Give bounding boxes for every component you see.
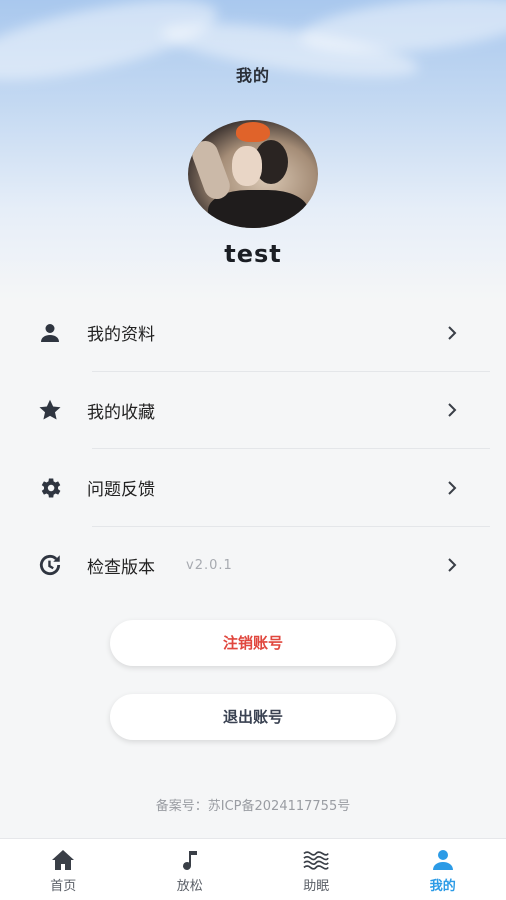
tab-sleep[interactable]: 助眠 [253,839,380,900]
menu-item-profile[interactable]: 我的资料 [0,294,506,372]
tab-label: 助眠 [303,879,330,894]
menu-item-label: 我的收藏 [87,402,155,423]
waves-icon [303,848,330,872]
chevron-right-icon [442,555,462,575]
version-text: v2.0.1 [186,557,233,573]
tab-label: 放松 [176,879,203,894]
history-icon [36,551,64,579]
bottom-tab-bar: 首页 放松 助眠 我的 [0,838,506,900]
tab-relax[interactable]: 放松 [127,839,254,900]
tab-label: 首页 [50,879,77,894]
icp-filing-text: 备案号：苏ICP备2024117755号 [155,799,351,814]
cancel-account-button[interactable]: 注销账号 [110,620,396,666]
menu-item-favorites[interactable]: 我的收藏 [0,372,506,449]
menu-item-label: 我的资料 [87,325,155,346]
home-icon [50,848,76,872]
star-icon [36,396,64,424]
settings-menu: 我的资料 我的收藏 问题反馈 检查版本 v2.0.1 [0,294,506,604]
menu-item-check-version[interactable]: 检查版本 v2.0.1 [0,527,506,605]
person-icon [430,848,456,872]
chevron-right-icon [442,323,462,343]
gear-icon [36,474,64,502]
chevron-right-icon [442,478,462,498]
tab-home[interactable]: 首页 [0,839,127,900]
chevron-right-icon [442,400,462,420]
menu-item-label: 检查版本 [87,557,155,578]
music-note-icon [177,848,203,872]
tab-mine[interactable]: 我的 [380,839,506,900]
logout-button[interactable]: 退出账号 [110,694,396,740]
tab-label: 我的 [429,879,456,894]
menu-item-feedback[interactable]: 问题反馈 [0,449,506,527]
avatar[interactable] [188,120,318,228]
username: test [224,240,282,268]
person-icon [36,319,64,347]
menu-item-label: 问题反馈 [87,480,155,501]
page-title: 我的 [235,66,270,85]
